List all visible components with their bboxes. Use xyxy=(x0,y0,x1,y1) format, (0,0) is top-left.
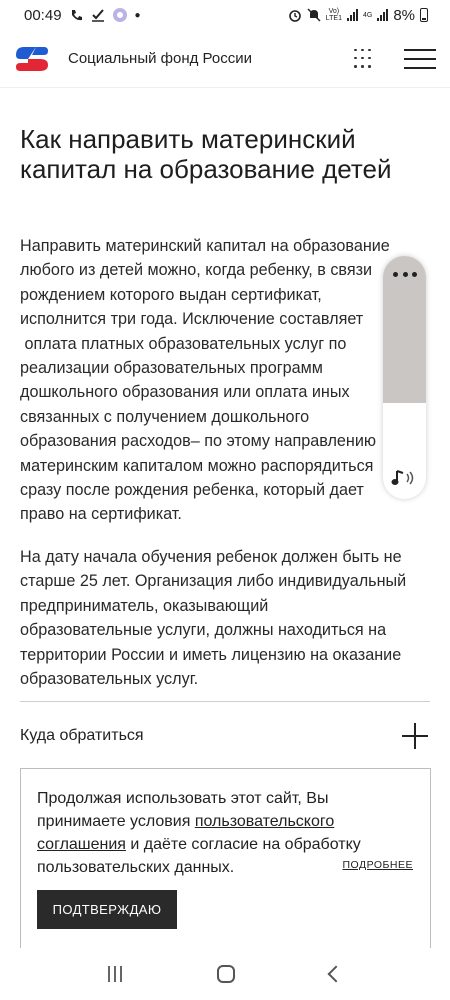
site-title[interactable]: Социальный фонд России xyxy=(68,50,354,67)
status-left: 00:49 ● xyxy=(24,7,141,24)
plus-icon[interactable] xyxy=(402,723,428,749)
alarm-icon xyxy=(288,10,301,22)
more-dots-icon[interactable] xyxy=(393,272,417,278)
status-time: 00:49 xyxy=(24,6,62,24)
recent-apps-icon[interactable] xyxy=(107,966,122,982)
accordion-where-to-apply[interactable]: Куда обратиться xyxy=(20,718,430,754)
article-paragraph-2: На дату начала обучения ребенок должен б… xyxy=(20,547,407,688)
site-header: Социальный фонд России xyxy=(0,30,450,88)
cookie-consent-banner: Продолжая использовать этот сайт, Вы при… xyxy=(20,768,431,948)
home-icon[interactable] xyxy=(216,965,235,983)
mute-icon xyxy=(307,8,321,22)
signal-2-icon xyxy=(377,9,389,21)
status-bar: 00:49 ● Vo) LTE1 4G 8% xyxy=(0,0,450,30)
sfr-logo-icon[interactable] xyxy=(14,43,50,75)
signal-1-icon xyxy=(346,9,358,21)
more-notifications-icon: ● xyxy=(134,9,141,21)
network-4g-indicator: 4G xyxy=(362,11,373,19)
article-paragraph-1: Направить материнский капитал на образов… xyxy=(20,237,390,524)
back-icon[interactable] xyxy=(327,965,345,983)
services-grid-icon[interactable] xyxy=(354,48,374,69)
reader-widget[interactable] xyxy=(383,256,426,499)
battery-percent: 8% xyxy=(393,6,415,24)
hamburger-menu-icon[interactable] xyxy=(404,48,436,69)
status-right: Vo) LTE1 4G 8% xyxy=(288,7,428,24)
widget-top-panel xyxy=(383,256,426,403)
article-content: Как направить материнский капитал на обр… xyxy=(20,124,435,691)
section-divider xyxy=(20,701,430,702)
speaker-icon[interactable] xyxy=(391,468,419,488)
battery-icon xyxy=(420,8,428,22)
phone-icon xyxy=(71,9,82,20)
accordion-title: Куда обратиться xyxy=(20,727,144,744)
volte-indicator: Vo) LTE1 xyxy=(325,8,342,22)
system-nav-bar xyxy=(0,948,450,1000)
page-title: Как направить материнский капитал на обр… xyxy=(20,124,392,184)
app-notification-icon xyxy=(112,8,127,22)
confirm-button[interactable]: ПОДТВЕРЖДАЮ xyxy=(37,890,177,929)
download-check-icon xyxy=(91,9,104,22)
more-info-link[interactable]: ПОДРОБНЕЕ xyxy=(342,859,413,871)
